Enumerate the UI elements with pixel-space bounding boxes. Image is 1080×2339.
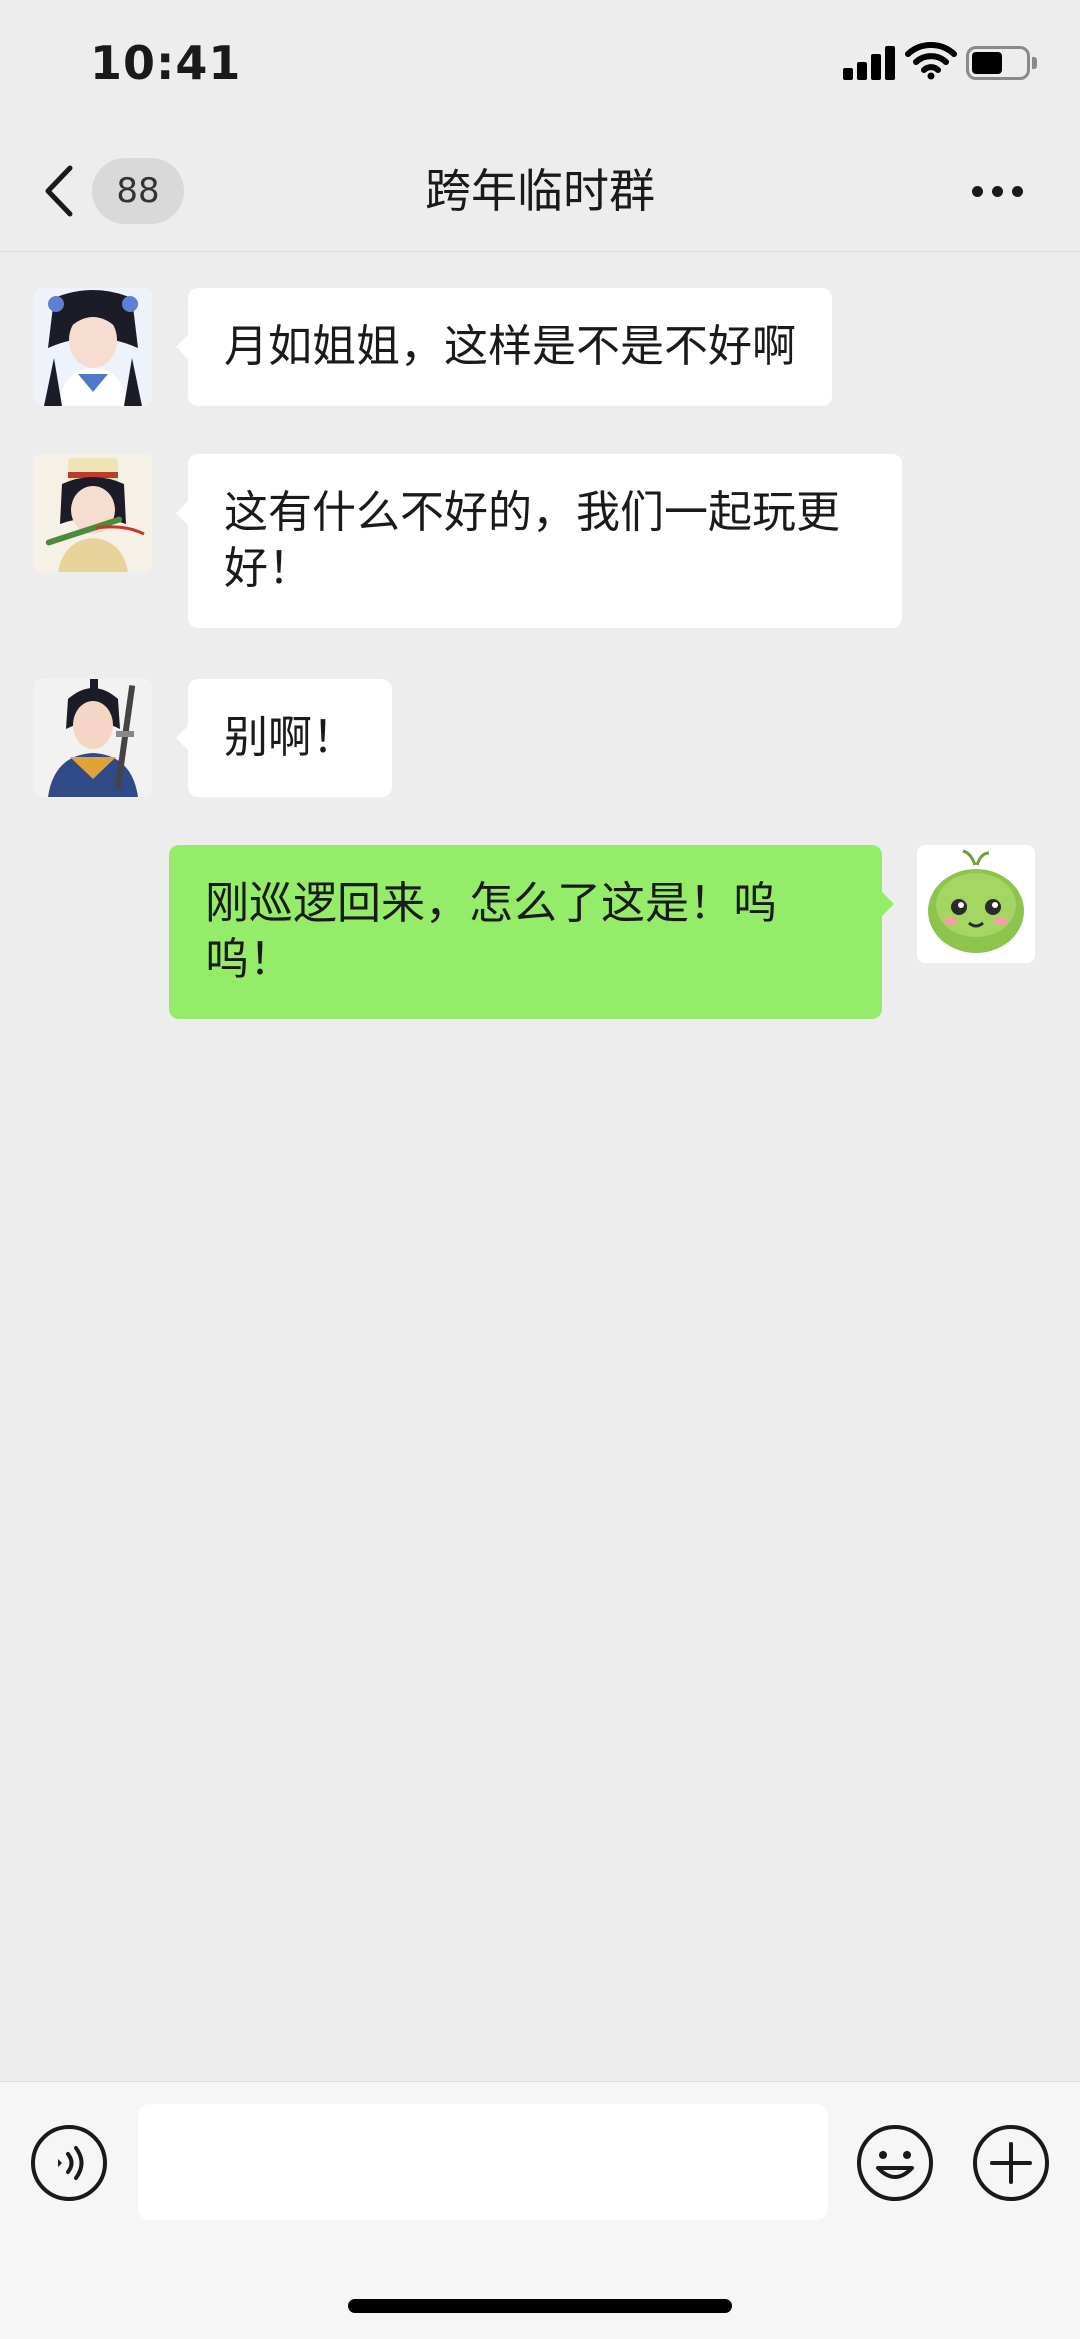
battery-icon bbox=[966, 46, 1038, 80]
girl-flute-avatar-icon bbox=[34, 454, 152, 572]
unread-count-badge[interactable]: 88 bbox=[92, 158, 184, 224]
message-text: 刚巡逻回来，怎么了这是！呜呜！ bbox=[205, 878, 777, 985]
home-indicator[interactable] bbox=[348, 2299, 732, 2313]
status-time: 10:41 bbox=[90, 36, 242, 90]
message-bubble-incoming[interactable]: 这有什么不好的，我们一起玩更好！ bbox=[188, 454, 902, 628]
avatar[interactable] bbox=[34, 679, 152, 797]
girl-hanfu-avatar-icon bbox=[34, 288, 152, 406]
more-options-button[interactable] bbox=[968, 174, 1028, 208]
voice-icon bbox=[31, 2125, 107, 2201]
emoji-button[interactable] bbox=[856, 2124, 934, 2202]
message-bubble-incoming[interactable]: 别啊！ bbox=[188, 679, 392, 797]
cellular-signal-icon bbox=[843, 44, 897, 80]
more-actions-button[interactable] bbox=[972, 2124, 1050, 2202]
message-text: 这有什么不好的，我们一起玩更好！ bbox=[224, 487, 840, 594]
message-bubble-incoming[interactable]: 月如姐姐，这样是不是不好啊 bbox=[188, 288, 832, 406]
voice-input-button[interactable] bbox=[30, 2124, 108, 2202]
smiley-icon bbox=[857, 2125, 933, 2201]
message-text: 别啊！ bbox=[224, 712, 356, 763]
wifi-icon bbox=[905, 40, 957, 80]
back-button[interactable] bbox=[40, 162, 80, 220]
self-avatar[interactable] bbox=[917, 845, 1035, 963]
swordsman-avatar-icon bbox=[34, 679, 152, 797]
plus-circle-icon bbox=[973, 2125, 1049, 2201]
green-bush-avatar-icon bbox=[917, 845, 1035, 963]
message-text: 月如姐姐，这样是不是不好啊 bbox=[224, 321, 796, 372]
status-bar: 10:41 bbox=[0, 0, 1080, 130]
message-bubble-outgoing[interactable]: 刚巡逻回来，怎么了这是！呜呜！ bbox=[169, 845, 882, 1019]
chat-header: 88 跨年临时群 bbox=[0, 130, 1080, 252]
chevron-left-icon bbox=[45, 165, 73, 217]
message-input[interactable] bbox=[138, 2104, 828, 2220]
chat-screen: 10:41 88 跨年临时群 月如姐姐，这样是不是不好啊 这有什么不好的，我们一… bbox=[0, 0, 1080, 2339]
avatar[interactable] bbox=[34, 288, 152, 406]
avatar[interactable] bbox=[34, 454, 152, 572]
